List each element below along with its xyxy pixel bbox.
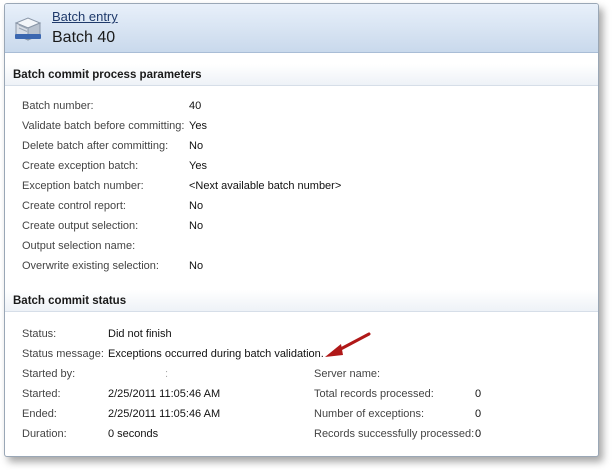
- ended-label: Ended:: [22, 408, 57, 420]
- create-output-selection-value: No: [189, 220, 204, 232]
- red-arrow-icon: [325, 332, 371, 357]
- batch-icon: [14, 17, 42, 41]
- started-value: 2/25/2011 11:05:46 AM: [108, 388, 221, 400]
- params-section-title: Batch commit process parameters: [5, 64, 598, 86]
- create-control-report-label: Create control report:: [22, 200, 126, 212]
- delete-batch-value: No: [189, 140, 204, 152]
- create-output-selection-label: Create output selection:: [22, 220, 139, 232]
- status-message-label: Status message:: [22, 348, 104, 360]
- validate-batch-label: Validate batch before committing:: [22, 120, 185, 132]
- batch-window: Batch entry Batch 40 Batch commit proces…: [4, 3, 599, 457]
- status-message-value: Exceptions occurred during batch validat…: [108, 348, 324, 360]
- total-records-value: 0: [475, 388, 482, 400]
- exceptions-count-value: 0: [475, 408, 482, 420]
- batch-number-label: Batch number:: [22, 100, 94, 112]
- page-title: Batch 40: [52, 29, 116, 46]
- exception-batch-number-value: <Next available batch number>: [189, 180, 342, 192]
- status-value: Did not finish: [108, 328, 172, 340]
- duration-value: 0 seconds: [108, 428, 159, 440]
- exception-batch-number-label: Exception batch number:: [22, 180, 144, 192]
- started-by-label: Started by:: [22, 368, 76, 380]
- create-control-report-value: No: [189, 200, 204, 212]
- started-by-value: :: [165, 368, 169, 380]
- overwrite-selection-value: No: [189, 260, 204, 272]
- status-label: Status:: [22, 328, 57, 340]
- duration-label: Duration:: [22, 428, 67, 440]
- server-name-label: Server name:: [314, 368, 381, 380]
- exceptions-count-label: Number of exceptions:: [314, 408, 425, 420]
- create-exception-batch-label: Create exception batch:: [22, 160, 139, 172]
- window-header: Batch entry Batch 40: [5, 4, 598, 53]
- delete-batch-label: Delete batch after committing:: [22, 140, 169, 152]
- records-success-value: 0: [475, 428, 482, 440]
- create-exception-batch-value: Yes: [189, 160, 207, 172]
- batch-number-value: 40: [189, 100, 202, 112]
- records-success-label: Records successfully processed:: [314, 428, 475, 440]
- output-selection-name-label: Output selection name:: [22, 240, 136, 252]
- batch-entry-link[interactable]: Batch entry: [52, 9, 118, 24]
- total-records-label: Total records processed:: [314, 388, 434, 400]
- started-label: Started:: [22, 388, 61, 400]
- overwrite-selection-label: Overwrite existing selection:: [22, 260, 159, 272]
- ended-value: 2/25/2011 11:05:46 AM: [108, 408, 221, 420]
- status-section-title: Batch commit status: [5, 290, 598, 312]
- validate-batch-value: Yes: [189, 120, 207, 132]
